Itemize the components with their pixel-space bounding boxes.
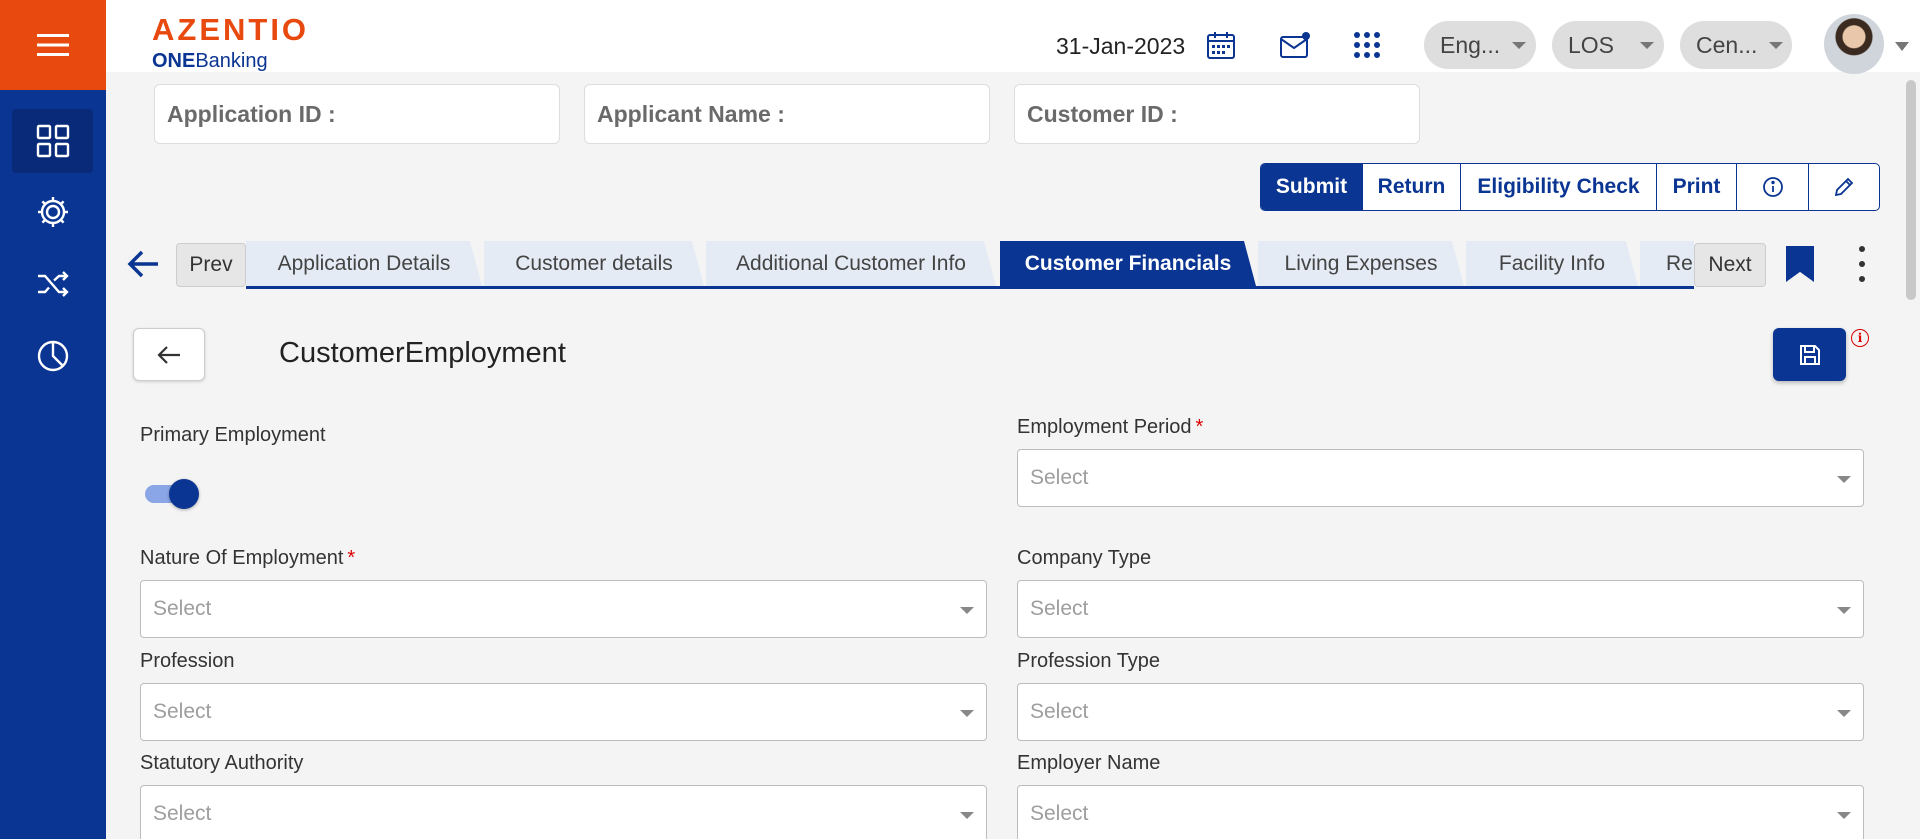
customer-id-box: Customer ID : [1014, 84, 1420, 144]
applicant-name-box: Applicant Name : [584, 84, 990, 144]
employment-period-label: Employment Period * [1017, 416, 1204, 438]
rail-settings[interactable] [12, 180, 93, 244]
tab-customer-details[interactable]: Customer details [484, 241, 704, 286]
page-title: CustomerEmployment [279, 337, 566, 369]
info-button[interactable] [1737, 164, 1809, 210]
rail-workflow[interactable] [12, 252, 93, 316]
chevron-down-icon [960, 710, 974, 717]
return-button[interactable]: Return [1363, 164, 1461, 210]
module-select[interactable]: LOS [1552, 21, 1664, 69]
scrollbar[interactable] [1906, 80, 1916, 300]
statutory-authority-label: Statutory Authority [140, 752, 304, 774]
apps-grid-icon [1354, 32, 1380, 58]
chevron-down-icon [960, 607, 974, 614]
menu-button[interactable] [0, 0, 106, 90]
language-select[interactable]: Eng... [1424, 21, 1536, 69]
company-type-label: Company Type [1017, 547, 1152, 569]
calendar-icon [1207, 32, 1235, 59]
current-date: 31-Jan-2023 [1056, 33, 1186, 59]
chevron-down-icon [1640, 41, 1655, 49]
tab-facility-info[interactable]: Facility Info [1466, 241, 1638, 286]
chevron-down-icon [1837, 476, 1851, 483]
application-id-box: Application ID : [154, 84, 560, 144]
employer-name-select[interactable]: Select [1017, 785, 1864, 839]
pencil-icon [1834, 177, 1854, 197]
dashboard-icon [36, 124, 69, 158]
arrow-left-icon [127, 250, 158, 278]
profession-label: Profession [140, 650, 235, 672]
calendar-button[interactable] [1204, 28, 1238, 62]
tab-customer-financials[interactable]: Customer Financials [1000, 241, 1256, 286]
chevron-down-icon [960, 812, 974, 819]
rail-dashboard[interactable] [12, 109, 93, 173]
messages-button[interactable] [1278, 28, 1312, 62]
avatar[interactable] [1824, 14, 1884, 74]
employer-name-label: Employer Name [1017, 752, 1161, 774]
print-button[interactable]: Print [1657, 164, 1737, 210]
info-icon[interactable]: i [1851, 329, 1869, 347]
bookmark-icon[interactable] [1786, 246, 1814, 282]
prev-tab-button[interactable]: Prev [176, 243, 246, 287]
eligibility-check-button[interactable]: Eligibility Check [1461, 164, 1657, 210]
nature-of-employment-label: Nature Of Employment * [140, 547, 356, 569]
top-header: AZENTIO ONEBanking 31-Jan-2023 Eng... LO… [106, 0, 1920, 72]
primary-employment-toggle[interactable] [145, 479, 199, 509]
profession-type-label: Profession Type [1017, 650, 1161, 672]
rail-reports[interactable] [12, 324, 93, 388]
info-icon [1762, 177, 1783, 197]
shuffle-icon [37, 271, 69, 297]
hamburger-icon [37, 34, 69, 56]
apps-button[interactable] [1350, 28, 1384, 62]
logo: AZENTIO [152, 12, 310, 47]
section-back-button[interactable] [133, 328, 205, 381]
chevron-down-icon [1837, 710, 1851, 717]
logo-subtitle: ONEBanking [152, 50, 268, 72]
back-button[interactable] [124, 244, 164, 284]
company-type-select[interactable]: Select [1017, 580, 1864, 638]
tab-living-expenses[interactable]: Living Expenses [1258, 241, 1464, 286]
more-options-icon[interactable] [1855, 246, 1869, 282]
statutory-authority-select[interactable]: Select [140, 785, 987, 839]
employment-period-select[interactable]: Select [1017, 449, 1864, 507]
user-menu-caret-icon[interactable] [1895, 42, 1909, 51]
profession-select[interactable]: Select [140, 683, 987, 741]
chevron-down-icon [1769, 41, 1784, 49]
arrow-left-icon [157, 345, 180, 364]
gear-icon [37, 197, 68, 227]
primary-employment-label: Primary Employment [140, 424, 326, 446]
side-rail [0, 90, 106, 839]
action-toolbar: Submit Return Eligibility Check Print [1260, 163, 1880, 211]
tab-more[interactable]: Re [1640, 241, 1694, 286]
edit-button[interactable] [1809, 164, 1879, 210]
nature-of-employment-select[interactable]: Select [140, 580, 987, 638]
save-icon [1799, 344, 1820, 365]
save-button[interactable] [1773, 328, 1846, 381]
submit-button[interactable]: Submit [1261, 164, 1363, 210]
pie-chart-icon [37, 340, 68, 372]
mail-icon [1280, 32, 1310, 58]
branch-select[interactable]: Cen... [1680, 21, 1792, 69]
profession-type-select[interactable]: Select [1017, 683, 1864, 741]
next-tab-button[interactable]: Next [1694, 243, 1766, 287]
chevron-down-icon [1512, 41, 1527, 49]
tab-application-details[interactable]: Application Details [246, 241, 482, 286]
tab-strip: Application Details Customer details Add… [246, 241, 1694, 289]
chevron-down-icon [1837, 607, 1851, 614]
tab-additional-customer-info[interactable]: Additional Customer Info [706, 241, 996, 286]
chevron-down-icon [1837, 812, 1851, 819]
